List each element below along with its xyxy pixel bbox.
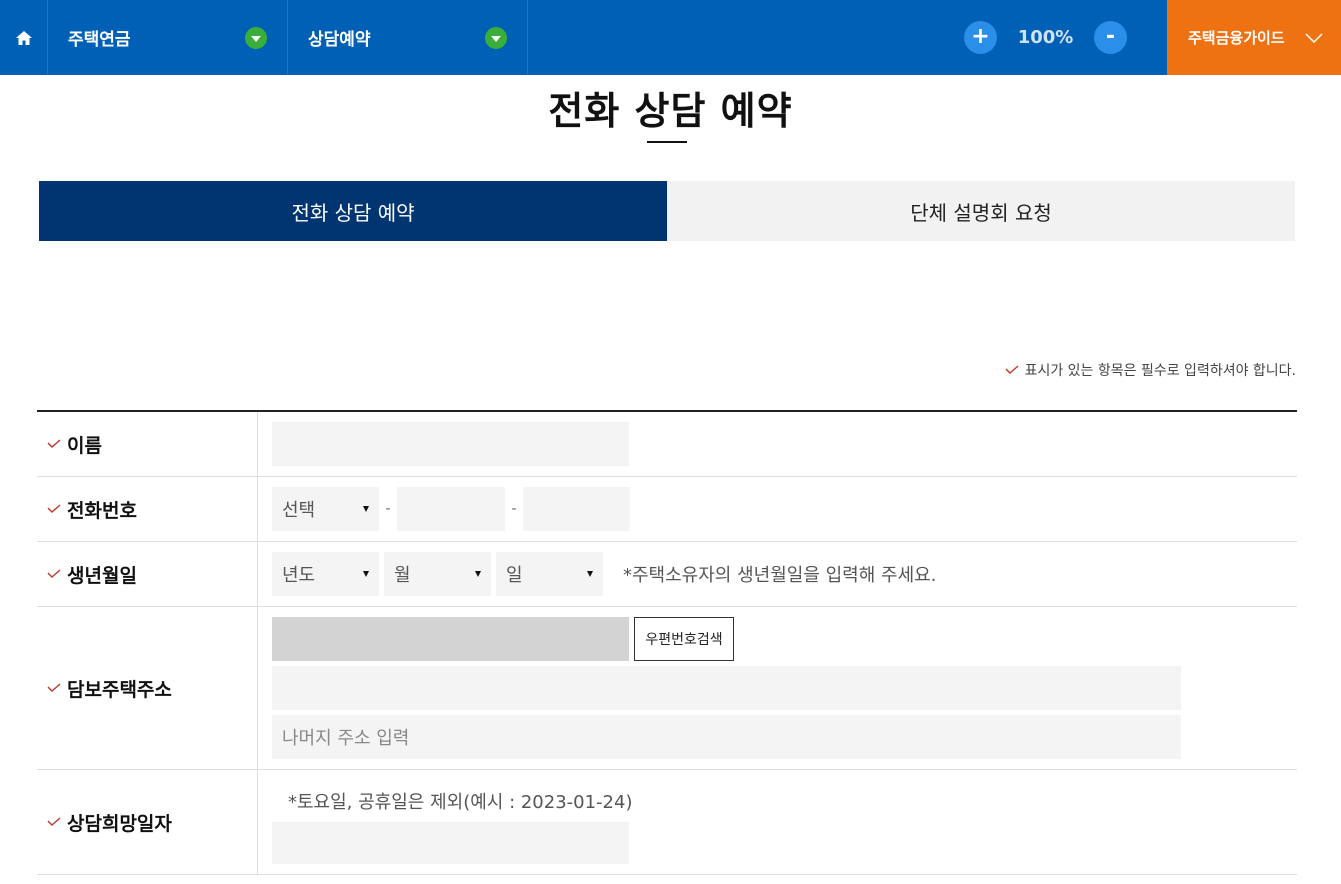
zoom-out-button[interactable]: -: [1094, 20, 1127, 54]
check-icon: [47, 683, 61, 692]
menu-select-reverse-mortgage[interactable]: 주택연금: [48, 0, 288, 75]
required-note-text: 표시가 있는 항목은 필수로 입력하셔야 합니다.: [1024, 363, 1296, 379]
birth-day-value: 일: [506, 565, 523, 586]
menu-select-label: 상담예약: [308, 30, 371, 50]
tab-phone-consultation[interactable]: 전화 상담 예약: [39, 181, 667, 241]
field-label: 상담희망일자: [37, 770, 258, 874]
phone-separator: -: [511, 501, 517, 517]
phone-separator: -: [385, 501, 391, 517]
field-label: 이름: [37, 412, 258, 476]
title-underline: [647, 141, 687, 143]
check-icon: [1005, 365, 1019, 374]
phone-prefix-value: 선택: [282, 500, 316, 521]
form-row-birthdate: 생년월일 년도 월 일 *주택소유자의 생년월일을 입력해 주세요.: [37, 542, 1297, 607]
menu-select-label: 주택연금: [68, 30, 131, 50]
preferred-date-label: 상담희망일자: [67, 812, 172, 835]
preferred-date-input[interactable]: [272, 822, 629, 864]
phone-label: 전화번호: [67, 499, 137, 522]
tab-bar: 전화 상담 예약 단체 설명회 요청: [39, 181, 1295, 241]
field-label: 담보주택주소: [37, 607, 258, 769]
phone-prefix-select[interactable]: 선택: [272, 487, 379, 531]
dropdown-icon: [485, 26, 507, 49]
phone-last-input[interactable]: [523, 487, 630, 531]
dropdown-arrow-icon: [587, 571, 593, 577]
dropdown-arrow-icon: [363, 571, 369, 577]
preferred-date-hint: *토요일, 공휴일은 제외(예시 : 2023-01-24): [288, 792, 633, 813]
phone-middle-input[interactable]: [397, 487, 505, 531]
consultation-form: 이름 전화번호 선택 - - 생년월일 년도 월 일 *주택소유자의 생년월일을…: [37, 410, 1297, 875]
check-icon: [47, 817, 61, 826]
birthdate-label: 생년월일: [67, 564, 137, 587]
field-label: 전화번호: [37, 477, 258, 541]
dropdown-icon: [245, 26, 267, 49]
birth-month-value: 월: [394, 565, 411, 586]
guide-label: 주택금융가이드: [1188, 29, 1285, 47]
menu-select-consultation[interactable]: 상담예약: [288, 0, 528, 75]
name-label: 이름: [67, 434, 102, 457]
required-fields-note: 표시가 있는 항목은 필수로 입력하셔야 합니다.: [1005, 360, 1296, 380]
field-label: 생년월일: [37, 542, 258, 606]
form-row-phone: 전화번호 선택 - -: [37, 477, 1297, 542]
birth-day-select[interactable]: 일: [496, 552, 603, 596]
zoom-level: 100%: [1017, 26, 1074, 48]
birth-year-select[interactable]: 년도: [272, 552, 379, 596]
address-main-input[interactable]: [272, 666, 1181, 710]
name-input[interactable]: [272, 422, 629, 466]
zoom-in-button[interactable]: +: [964, 20, 997, 54]
housing-finance-guide-button[interactable]: 주택금융가이드: [1167, 0, 1341, 75]
page-title: 전화 상담 예약: [548, 89, 793, 133]
check-icon: [47, 439, 61, 448]
chevron-down-icon: [1305, 32, 1323, 43]
zipcode-search-button[interactable]: 우편번호검색: [634, 617, 734, 661]
form-row-address: 담보주택주소 우편번호검색 나머지 주소 입력: [37, 607, 1297, 770]
form-row-preferred-date: 상담희망일자 *토요일, 공휴일은 제외(예시 : 2023-01-24): [37, 770, 1297, 875]
tab-group-seminar-request[interactable]: 단체 설명회 요청: [667, 181, 1295, 241]
top-navigation-bar: 주택연금 상담예약: [0, 0, 1341, 75]
birth-month-select[interactable]: 월: [384, 552, 491, 596]
form-row-name: 이름: [37, 412, 1297, 477]
birth-year-value: 년도: [282, 565, 316, 586]
check-icon: [47, 504, 61, 513]
home-icon: [15, 30, 32, 45]
birthdate-hint: *주택소유자의 생년월일을 입력해 주세요.: [623, 565, 937, 586]
address-label: 담보주택주소: [67, 678, 172, 701]
address-detail-input[interactable]: 나머지 주소 입력: [272, 715, 1181, 759]
check-icon: [47, 569, 61, 578]
zoom-control: + 100% -: [964, 20, 1127, 54]
zipcode-input[interactable]: [272, 617, 629, 661]
dropdown-arrow-icon: [363, 506, 369, 512]
home-button[interactable]: [0, 0, 48, 75]
dropdown-arrow-icon: [475, 571, 481, 577]
